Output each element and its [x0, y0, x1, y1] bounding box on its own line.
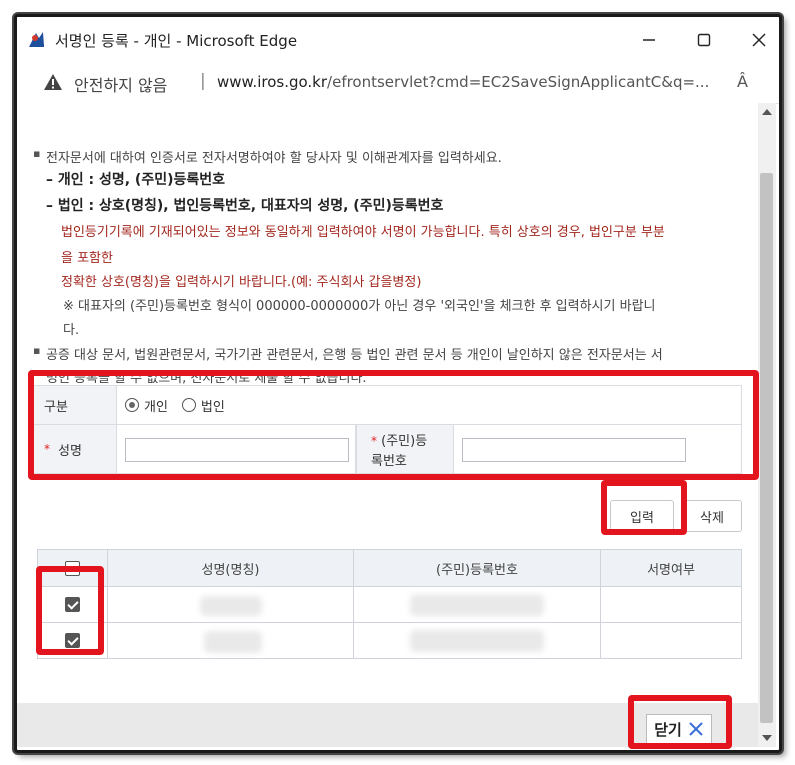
window-close-button[interactable] [739, 25, 779, 55]
address-bar[interactable]: 안전하지 않음 | www.iros.go.kr/efrontservlet?c… [17, 63, 779, 104]
bullet-marker: ▪ [33, 344, 41, 357]
notice-red-2: 정확한 상호(명칭)을 입력하시기 바랍니다.(예: 주식회사 갑을병정) [61, 275, 422, 290]
select-all-checkbox[interactable] [65, 560, 80, 576]
row-signed-cell [600, 586, 742, 623]
table-row [37, 586, 108, 623]
row-regno-cell [353, 586, 601, 623]
notice-line-1: 전자문서에 대하여 인증서로 전자서명하여야 할 당사자 및 이해관계자를 입력… [46, 151, 502, 166]
radio-individual-label: 개인 [144, 399, 168, 415]
iros-logo-icon [29, 32, 44, 47]
regno-label-cell: * (주민)등 록번호 [356, 424, 454, 474]
regno-label-1: (주민)등 [381, 434, 428, 449]
bullet-marker: ▪ [33, 147, 41, 160]
row-name-cell [107, 586, 354, 623]
notice-line-2b: 명인 등록을 할 수 없으며, 전자문서로 제출 할 수 없습니다. [46, 371, 367, 386]
close-x-icon [689, 722, 703, 736]
table-row [37, 622, 108, 659]
name-value-cell [116, 424, 356, 474]
redacted-regno [410, 630, 544, 652]
notice-individual: – 개인 : 성명, (주민)등록번호 [46, 172, 226, 188]
row-name-cell [107, 622, 354, 659]
grid-header-regno: (주민)등록번호 [353, 549, 601, 587]
input-button[interactable]: 입력 [610, 500, 674, 532]
close-dialog-button[interactable]: 닫기 [646, 714, 712, 744]
close-dialog-label: 닫기 [654, 720, 682, 739]
name-input[interactable] [125, 438, 349, 462]
required-mark: * [371, 434, 377, 448]
regno-input[interactable] [462, 438, 686, 462]
notice-note-b: 다. [63, 323, 80, 338]
maximize-icon [697, 33, 711, 47]
radio-corporate[interactable]: 법인 [181, 396, 225, 415]
notice-corporate: – 법인 : 상호(명칭), 법인등록번호, 대표자의 성명, (주민)등록번호 [46, 198, 444, 214]
radio-individual[interactable]: 개인 [125, 396, 168, 415]
vertical-scrollbar[interactable] [758, 103, 776, 747]
read-aloud-icon[interactable]: Â [737, 72, 748, 91]
url-text[interactable]: www.iros.go.kr/efrontservlet?cmd=EC2Save… [217, 73, 709, 91]
url-path: /efrontservlet?cmd=EC2SaveSignApplicantC… [327, 73, 710, 91]
notice-red-1b: 을 포함한 [61, 251, 113, 266]
type-label: 구분 [44, 399, 68, 415]
delete-button[interactable]: 삭제 [682, 500, 742, 532]
grid-header-select [37, 549, 108, 587]
window-title: 서명인 등록 - 개인 - Microsoft Edge [55, 32, 298, 50]
redacted-regno [410, 594, 544, 616]
name-label: 성명 [58, 443, 82, 459]
name-label-cell: * 성명 [31, 424, 117, 474]
minimize-icon [643, 39, 655, 41]
grid-header-signed: 서명여부 [600, 549, 742, 587]
redacted-name [200, 596, 262, 616]
radio-individual-button[interactable] [125, 398, 139, 412]
warning-icon[interactable] [43, 72, 63, 92]
required-mark: * [44, 442, 50, 456]
url-host: www.iros.go.kr [217, 73, 328, 91]
notice-red-1a: 법인등기기록에 기재되어있는 정보와 동일하게 입력하여야 서명이 가능합니다.… [61, 225, 665, 240]
grid-header-name: 성명(명칭) [107, 549, 354, 587]
type-radio-group: 개인 법인 [116, 385, 742, 425]
redacted-name [204, 631, 262, 653]
regno-label-2: 록번호 [371, 454, 407, 469]
title-bar: 서명인 등록 - 개인 - Microsoft Edge [17, 17, 779, 63]
radio-corporate-label: 법인 [200, 399, 225, 415]
row-checkbox[interactable] [65, 633, 80, 648]
page-content: ▪ 전자문서에 대하여 인증서로 전자서명하여야 할 당사자 및 이해관계자를 … [17, 103, 758, 703]
scroll-up-arrow-icon[interactable] [762, 109, 772, 115]
scroll-down-arrow-icon[interactable] [762, 735, 772, 741]
radio-corporate-button[interactable] [181, 398, 196, 412]
browser-window: 서명인 등록 - 개인 - Microsoft Edge 안전하지 않음 | w… [14, 14, 782, 753]
notice-line-2a: 공증 대상 문서, 법원관련문서, 국가기관 관련문서, 은행 등 법인 관련 … [46, 348, 663, 363]
maximize-button[interactable] [684, 25, 724, 55]
type-label-cell: 구분 [31, 385, 117, 425]
security-status[interactable]: 안전하지 않음 [74, 72, 167, 96]
row-signed-cell [600, 622, 742, 659]
notice-note-a: ※ 대표자의 (주민)등록번호 형식이 000000-0000000가 아닌 경… [63, 299, 656, 314]
scroll-thumb[interactable] [760, 173, 773, 723]
minimize-button[interactable] [629, 25, 669, 55]
row-checkbox[interactable] [65, 597, 80, 612]
regno-value-cell [453, 424, 742, 474]
close-icon [752, 33, 766, 47]
address-separator: | [200, 71, 206, 91]
row-regno-cell [353, 622, 601, 659]
